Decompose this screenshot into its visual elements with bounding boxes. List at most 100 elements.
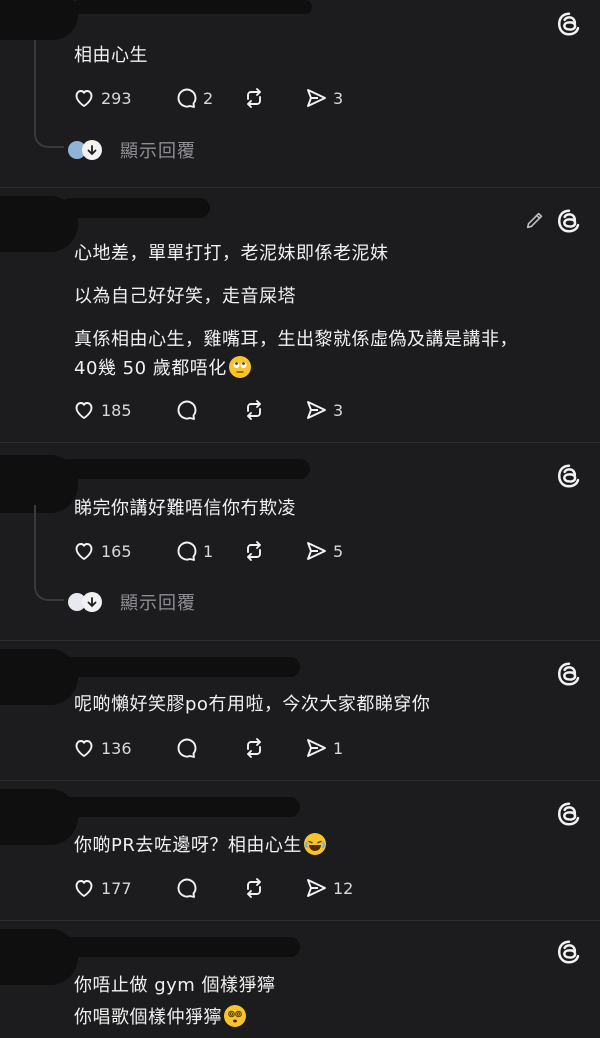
pencil-icon[interactable] — [524, 209, 546, 231]
post-text: 呢啲懶好笑膠po冇用啦，今次大家都睇穿你 — [74, 692, 580, 718]
heart-icon — [75, 543, 93, 560]
threads-logo-icon[interactable] — [556, 11, 582, 37]
thread-line — [34, 505, 64, 601]
repost-icon — [247, 738, 261, 758]
repost-icon — [247, 88, 261, 108]
share-count: 3 — [333, 400, 344, 420]
post-text-line: 呢啲懶好笑膠po冇用啦，今次大家都睇穿你 — [74, 694, 431, 715]
show-replies-button[interactable]: 顯示回覆 — [68, 137, 196, 163]
post-actions: 185 3 — [72, 396, 343, 424]
threads-logo-icon[interactable] — [556, 208, 582, 234]
repost-icon — [247, 878, 261, 898]
repost-button[interactable] — [242, 539, 304, 563]
post-text-line: 你唔止做 gym 個樣猙獰 — [74, 975, 276, 996]
like-button[interactable]: 165 — [72, 539, 174, 563]
redacted-avatar — [0, 0, 78, 40]
redacted-username — [60, 198, 210, 218]
heart-icon — [75, 880, 93, 897]
reply-button[interactable]: 1 — [174, 539, 242, 563]
post-actions: 136 1 — [72, 734, 343, 762]
redacted-username — [60, 657, 300, 677]
show-replies-button[interactable]: 顯示回覆 — [68, 589, 196, 615]
show-replies-label: 顯示回覆 — [120, 141, 196, 162]
post-text: 你唱歌個樣仲猙獰 — [74, 1005, 580, 1031]
arrow-down-icon — [82, 592, 102, 612]
post-1: 相由心生 293 2 3 顯示回覆 — [0, 0, 600, 188]
post-text-line: 40幾 50 歲都唔化 — [74, 358, 227, 379]
heart-icon — [75, 90, 93, 107]
reply-button[interactable]: 2 — [174, 86, 242, 110]
thread-line — [34, 40, 64, 148]
post-3: 睇完你講好難唔信你冇欺凌 165 1 5 顯示回覆 — [0, 443, 600, 641]
post-5: 你啲PR去咗邊呀？相由心生 177 12 — [0, 781, 600, 921]
arrow-down-icon — [82, 140, 102, 160]
share-button[interactable]: 5 — [304, 539, 343, 563]
share-button[interactable]: 12 — [304, 876, 353, 900]
post-2: 心地差，單單打打，老泥妹即係老泥妹 以為自己好好笑，走音屎塔 真係相由心生，雞嘴… — [0, 188, 600, 443]
threads-logo-icon[interactable] — [556, 801, 582, 827]
post-text: 真係相由心生，雞嘴耳，生出黎就係虛偽及講是講非， — [74, 327, 580, 353]
send-icon — [307, 401, 326, 419]
post-4: 呢啲懶好笑膠po冇用啦，今次大家都睇穿你 136 1 — [0, 641, 600, 781]
post-text-line: 相由心生 — [74, 45, 148, 66]
share-count: 1 — [333, 738, 344, 758]
heart-icon — [75, 402, 93, 419]
like-count: 136 — [101, 738, 132, 758]
share-button[interactable]: 3 — [304, 398, 343, 422]
repost-icon — [247, 400, 261, 420]
eye-roll-emoji-icon — [228, 356, 251, 378]
threads-logo-icon[interactable] — [556, 463, 582, 489]
post-text: 心地差，單單打打，老泥妹即係老泥妹 — [74, 241, 580, 267]
reply-button[interactable] — [174, 736, 242, 760]
speech-bubble-icon — [177, 400, 197, 420]
reply-count: 1 — [203, 541, 214, 561]
heart-icon — [75, 740, 93, 757]
redacted-username — [60, 937, 300, 957]
threads-logo-icon[interactable] — [556, 661, 582, 687]
like-button[interactable]: 177 — [72, 876, 174, 900]
share-count: 5 — [333, 541, 344, 561]
repost-button[interactable] — [242, 398, 304, 422]
reply-count: 2 — [203, 88, 214, 108]
reply-button[interactable] — [174, 398, 242, 422]
share-count: 3 — [333, 88, 344, 108]
post-text-line: 你唱歌個樣仲猙獰 — [74, 1007, 222, 1028]
reply-button[interactable] — [174, 876, 242, 900]
post-6: 你唔止做 gym 個樣猙獰 你唱歌個樣仲猙獰 — [0, 921, 600, 1038]
post-text-line: 真係相由心生，雞嘴耳，生出黎就係虛偽及講是講非， — [74, 329, 518, 350]
speech-bubble-icon — [177, 541, 197, 561]
post-actions: 177 12 — [72, 874, 353, 902]
threads-logo-icon[interactable] — [556, 939, 582, 965]
post-text: 相由心生 — [74, 43, 580, 69]
like-count: 177 — [101, 878, 132, 898]
post-text-line: 心地差，單單打打，老泥妹即係老泥妹 — [74, 243, 389, 264]
repost-button[interactable] — [242, 86, 304, 110]
redacted-username — [72, 0, 312, 14]
like-button[interactable]: 136 — [72, 736, 174, 760]
send-icon — [307, 739, 326, 757]
send-icon — [307, 89, 326, 107]
redacted-username — [60, 797, 300, 817]
post-text-line: 你啲PR去咗邊呀？相由心生 — [74, 835, 302, 856]
like-button[interactable]: 293 — [72, 86, 174, 110]
repost-button[interactable] — [242, 876, 304, 900]
like-count: 293 — [101, 88, 132, 108]
share-button[interactable]: 1 — [304, 736, 343, 760]
post-text: 40幾 50 歲都唔化 — [74, 356, 580, 382]
like-button[interactable]: 185 — [72, 398, 174, 422]
share-button[interactable]: 3 — [304, 86, 343, 110]
post-actions: 293 2 3 — [72, 84, 343, 112]
send-icon — [307, 542, 326, 560]
post-text: 睇完你講好難唔信你冇欺凌 — [74, 496, 580, 522]
laughing-emoji-icon — [303, 833, 326, 855]
post-text-line: 以為自己好好笑，走音屎塔 — [74, 286, 296, 307]
like-count: 165 — [101, 541, 132, 561]
speech-bubble-icon — [177, 88, 197, 108]
speech-bubble-icon — [177, 738, 197, 758]
dizzy-face-emoji-icon — [224, 1005, 246, 1027]
repost-button[interactable] — [242, 736, 304, 760]
post-actions: 165 1 5 — [72, 537, 343, 565]
repost-icon — [247, 541, 261, 561]
send-icon — [307, 879, 326, 897]
redacted-username — [60, 459, 310, 479]
